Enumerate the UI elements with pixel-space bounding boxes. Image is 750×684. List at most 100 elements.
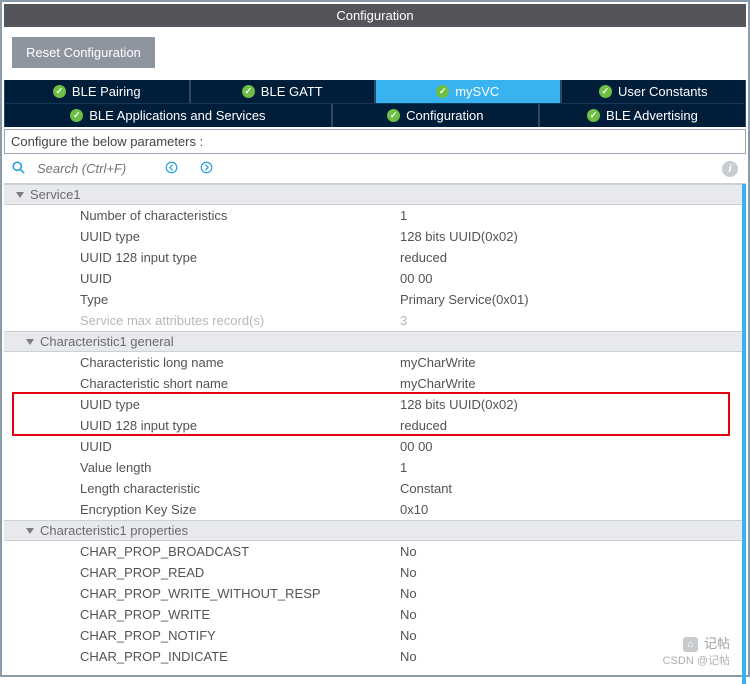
search-nav: [165, 161, 213, 177]
property-row[interactable]: CHAR_PROP_BROADCASTNo: [4, 541, 742, 562]
property-value: myCharWrite: [400, 376, 742, 391]
property-row[interactable]: CHAR_PROP_WRITE_WITHOUT_RESPNo: [4, 583, 742, 604]
property-row[interactable]: UUID type128 bits UUID(0x02): [4, 226, 742, 247]
property-value: 0x10: [400, 502, 742, 517]
property-label: Value length: [80, 460, 400, 475]
property-label: Encryption Key Size: [80, 502, 400, 517]
tabs-row-1: ✓ BLE Pairing ✓ BLE GATT ✓ mySVC ✓ User …: [4, 80, 746, 103]
tabs-row-2: ✓ BLE Applications and Services ✓ Config…: [4, 103, 746, 127]
group-header-service1[interactable]: Service1: [4, 184, 742, 205]
property-label: UUID 128 input type: [80, 418, 400, 433]
property-value: No: [400, 565, 742, 580]
property-label: UUID type: [80, 397, 400, 412]
tab-mysvc[interactable]: ✓ mySVC: [375, 80, 561, 103]
group-title: Service1: [30, 187, 81, 202]
property-value: No: [400, 544, 742, 559]
chevron-down-icon: [26, 339, 34, 345]
watermark-icon: ⌂: [683, 637, 698, 652]
watermark: ⌂ 记帖 CSDN @记帖: [663, 635, 730, 669]
check-icon: ✓: [70, 109, 83, 122]
property-row[interactable]: CHAR_PROP_NOTIFYNo: [4, 625, 742, 646]
property-row[interactable]: CHAR_PROP_WRITENo: [4, 604, 742, 625]
watermark-line1: 记帖: [704, 635, 730, 653]
property-value: 00 00: [400, 271, 742, 286]
toolbar: Reset Configuration: [4, 27, 746, 80]
tab-label: mySVC: [455, 84, 499, 99]
property-row[interactable]: UUID 128 input typereduced: [4, 247, 742, 268]
property-value: reduced: [400, 418, 742, 433]
property-row[interactable]: Value length1: [4, 457, 742, 478]
instruction-text: Configure the below parameters :: [11, 134, 203, 149]
app-frame: Configuration Reset Configuration ✓ BLE …: [0, 0, 750, 677]
tab-label: BLE Applications and Services: [89, 108, 265, 123]
property-label: CHAR_PROP_READ: [80, 565, 400, 580]
check-icon: ✓: [387, 109, 400, 122]
instruction-bar: Configure the below parameters :: [4, 129, 746, 154]
property-value: No: [400, 586, 742, 601]
property-label: CHAR_PROP_NOTIFY: [80, 628, 400, 643]
tab-label: User Constants: [618, 84, 708, 99]
info-icon[interactable]: i: [722, 161, 738, 177]
property-value: 3: [400, 313, 742, 328]
property-value: 1: [400, 460, 742, 475]
tab-ble-pairing[interactable]: ✓ BLE Pairing: [4, 80, 190, 103]
search-bar: i: [4, 154, 746, 184]
search-next-icon[interactable]: [200, 161, 213, 177]
search-input[interactable]: [35, 160, 155, 177]
property-label: CHAR_PROP_WRITE_WITHOUT_RESP: [80, 586, 400, 601]
chevron-down-icon: [16, 192, 24, 198]
property-row[interactable]: TypePrimary Service(0x01): [4, 289, 742, 310]
properties-tree[interactable]: Service1 Number of characteristics1 UUID…: [4, 184, 746, 684]
property-label: UUID: [80, 271, 400, 286]
property-row[interactable]: Encryption Key Size0x10: [4, 499, 742, 520]
tab-label: BLE Advertising: [606, 108, 698, 123]
property-row[interactable]: Characteristic short namemyCharWrite: [4, 373, 742, 394]
property-row[interactable]: UUID 128 input typereduced: [4, 415, 742, 436]
property-row[interactable]: Length characteristicConstant: [4, 478, 742, 499]
property-label: Number of characteristics: [80, 208, 400, 223]
property-label: Characteristic short name: [80, 376, 400, 391]
tab-user-constants[interactable]: ✓ User Constants: [561, 80, 747, 103]
search-icon[interactable]: [12, 161, 25, 177]
tab-ble-apps-services[interactable]: ✓ BLE Applications and Services: [4, 104, 332, 127]
search-prev-icon[interactable]: [165, 161, 178, 177]
chevron-down-icon: [26, 528, 34, 534]
property-row[interactable]: CHAR_PROP_INDICATENo: [4, 646, 742, 667]
property-value: 128 bits UUID(0x02): [400, 397, 742, 412]
tab-ble-gatt[interactable]: ✓ BLE GATT: [190, 80, 376, 103]
group-title: Characteristic1 properties: [40, 523, 188, 538]
property-row[interactable]: UUID00 00: [4, 436, 742, 457]
tab-label: BLE GATT: [261, 84, 323, 99]
property-value: myCharWrite: [400, 355, 742, 370]
window-titlebar: Configuration: [4, 4, 746, 27]
property-row[interactable]: UUID type128 bits UUID(0x02): [4, 394, 742, 415]
check-icon: ✓: [436, 85, 449, 98]
tab-label: Configuration: [406, 108, 483, 123]
property-row[interactable]: Characteristic long namemyCharWrite: [4, 352, 742, 373]
property-label: UUID type: [80, 229, 400, 244]
property-label: CHAR_PROP_INDICATE: [80, 649, 400, 664]
property-row[interactable]: CHAR_PROP_READNo: [4, 562, 742, 583]
check-icon: ✓: [53, 85, 66, 98]
property-value: reduced: [400, 250, 742, 265]
property-label: Characteristic long name: [80, 355, 400, 370]
property-value: Constant: [400, 481, 742, 496]
group-header-characteristic1-general[interactable]: Characteristic1 general: [4, 331, 742, 352]
property-label: Type: [80, 292, 400, 307]
property-value: No: [400, 607, 742, 622]
property-label: CHAR_PROP_WRITE: [80, 607, 400, 622]
tab-label: BLE Pairing: [72, 84, 141, 99]
property-row[interactable]: Number of characteristics1: [4, 205, 742, 226]
tab-configuration[interactable]: ✓ Configuration: [332, 104, 539, 127]
check-icon: ✓: [599, 85, 612, 98]
watermark-line2: CSDN @记帖: [663, 654, 730, 669]
property-label: Service max attributes record(s): [80, 313, 400, 328]
property-row[interactable]: UUID00 00: [4, 268, 742, 289]
window-title: Configuration: [336, 8, 413, 23]
tab-ble-advertising[interactable]: ✓ BLE Advertising: [539, 104, 746, 127]
property-value: 00 00: [400, 439, 742, 454]
reset-configuration-button[interactable]: Reset Configuration: [12, 37, 155, 68]
group-header-characteristic1-properties[interactable]: Characteristic1 properties: [4, 520, 742, 541]
property-label: UUID: [80, 439, 400, 454]
property-label: UUID 128 input type: [80, 250, 400, 265]
